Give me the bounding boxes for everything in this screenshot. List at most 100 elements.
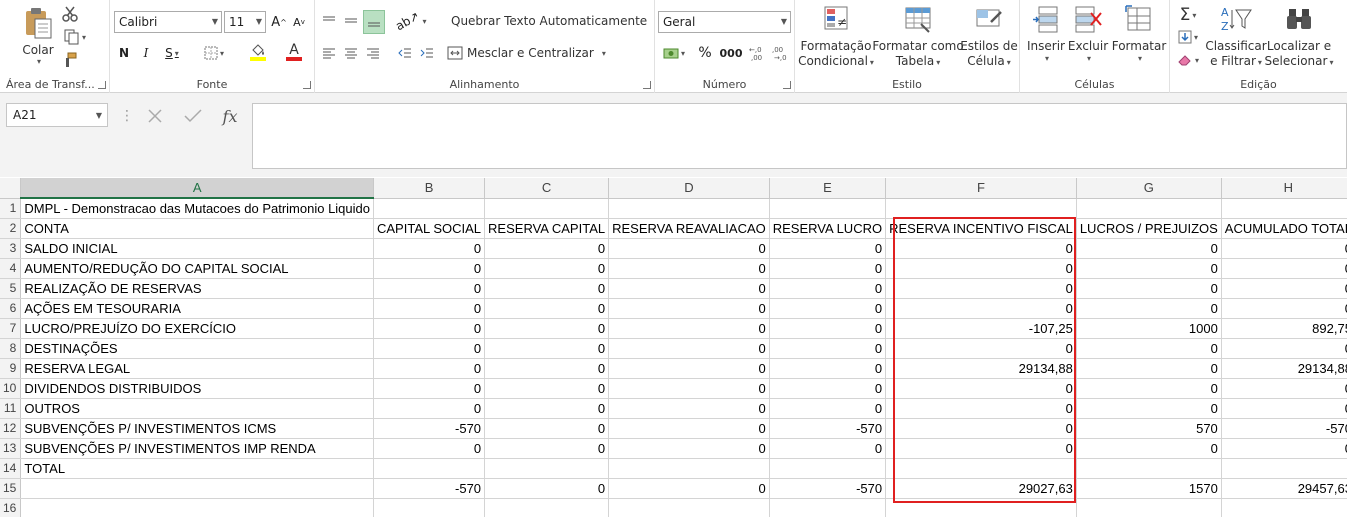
dialog-launcher-icon[interactable] bbox=[643, 81, 651, 89]
cell-e14[interactable] bbox=[769, 458, 887, 479]
cell-c13[interactable]: 0 bbox=[484, 438, 610, 459]
clear-button[interactable]: ▾ bbox=[1172, 50, 1204, 70]
cell-f3[interactable]: 0 bbox=[885, 238, 1077, 259]
cell-d7[interactable]: 0 bbox=[608, 318, 770, 339]
column-header-e[interactable]: E bbox=[769, 178, 887, 199]
cell-h16[interactable] bbox=[1221, 498, 1347, 517]
cell-g15[interactable]: 1570 bbox=[1076, 478, 1222, 499]
row-header[interactable]: 5 bbox=[0, 278, 22, 299]
cell-b5[interactable]: 0 bbox=[373, 278, 486, 299]
cell-b2[interactable]: CAPITAL SOCIAL bbox=[373, 218, 486, 239]
cell-g7[interactable]: 1000 bbox=[1076, 318, 1222, 339]
cell-c7[interactable]: 0 bbox=[484, 318, 610, 339]
font-family-select[interactable]: Calibri ▼ bbox=[114, 11, 222, 33]
cell-h2[interactable]: ACUMULADO TOTAL bbox=[1221, 218, 1347, 239]
cell-d11[interactable]: 0 bbox=[608, 398, 770, 419]
row-header[interactable]: 6 bbox=[0, 298, 22, 319]
cell-d5[interactable]: 0 bbox=[608, 278, 770, 299]
cell-e8[interactable]: 0 bbox=[769, 338, 887, 359]
cell-g16[interactable] bbox=[1076, 498, 1222, 517]
cell-d9[interactable]: 0 bbox=[608, 358, 770, 379]
insert-cells-button[interactable]: Inserir ▾ bbox=[1026, 4, 1066, 76]
cell-f14[interactable] bbox=[885, 458, 1077, 479]
underline-button[interactable]: S ▾ bbox=[158, 43, 186, 63]
borders-button[interactable]: ▾ bbox=[198, 43, 230, 63]
cell-a3[interactable]: SALDO INICIAL bbox=[20, 238, 374, 259]
align-center-button[interactable] bbox=[341, 42, 361, 64]
cell-e7[interactable]: 0 bbox=[769, 318, 887, 339]
cell-e16[interactable] bbox=[769, 498, 887, 517]
copy-button[interactable]: ▾ bbox=[60, 27, 90, 47]
cell-d4[interactable]: 0 bbox=[608, 258, 770, 279]
column-header-g[interactable]: G bbox=[1076, 178, 1222, 199]
format-as-table-button[interactable]: Formatar como Tabela ▾ bbox=[872, 4, 964, 76]
cell-f13[interactable]: 0 bbox=[885, 438, 1077, 459]
cell-h11[interactable]: 0 bbox=[1221, 398, 1347, 419]
cell-a14[interactable]: TOTAL bbox=[20, 458, 374, 479]
font-size-select[interactable]: 11 ▼ bbox=[224, 11, 266, 33]
cell-a6[interactable]: AÇÕES EM TESOURARIA bbox=[20, 298, 374, 319]
align-middle-button[interactable] bbox=[341, 10, 361, 32]
dialog-launcher-icon[interactable] bbox=[783, 81, 791, 89]
cell-e3[interactable]: 0 bbox=[769, 238, 887, 259]
wrap-text-button[interactable]: Quebrar Texto Automaticamente bbox=[447, 10, 647, 32]
column-header-h[interactable]: H bbox=[1221, 178, 1347, 199]
cell-g11[interactable]: 0 bbox=[1076, 398, 1222, 419]
cell-d13[interactable]: 0 bbox=[608, 438, 770, 459]
cell-c9[interactable]: 0 bbox=[484, 358, 610, 379]
increase-decimal-button[interactable]: ←,0,00 bbox=[747, 42, 769, 64]
cell-g3[interactable]: 0 bbox=[1076, 238, 1222, 259]
cell-e6[interactable]: 0 bbox=[769, 298, 887, 319]
cell-b13[interactable]: 0 bbox=[373, 438, 486, 459]
cell-b10[interactable]: 0 bbox=[373, 378, 486, 399]
cell-e13[interactable]: 0 bbox=[769, 438, 887, 459]
column-header-f[interactable]: F bbox=[885, 178, 1077, 199]
cell-d1[interactable] bbox=[608, 198, 770, 219]
insert-function-button[interactable]: fx bbox=[216, 105, 244, 127]
cell-b11[interactable]: 0 bbox=[373, 398, 486, 419]
cell-h12[interactable]: -570 bbox=[1221, 418, 1347, 439]
cell-a2[interactable]: CONTA bbox=[20, 218, 374, 239]
cell-a13[interactable]: SUBVENÇÕES P/ INVESTIMENTOS IMP RENDA bbox=[20, 438, 374, 459]
cell-b4[interactable]: 0 bbox=[373, 258, 486, 279]
cell-d14[interactable] bbox=[608, 458, 770, 479]
cell-c5[interactable]: 0 bbox=[484, 278, 610, 299]
cell-f5[interactable]: 0 bbox=[885, 278, 1077, 299]
cell-h8[interactable]: 0 bbox=[1221, 338, 1347, 359]
cell-g13[interactable]: 0 bbox=[1076, 438, 1222, 459]
cell-h9[interactable]: 29134,88 bbox=[1221, 358, 1347, 379]
bold-button[interactable]: N bbox=[114, 43, 134, 63]
cell-h4[interactable]: 0 bbox=[1221, 258, 1347, 279]
row-header[interactable]: 12 bbox=[0, 418, 22, 439]
cell-d3[interactable]: 0 bbox=[608, 238, 770, 259]
paste-button[interactable]: Colar ▾ bbox=[18, 4, 58, 68]
orientation-button[interactable]: ab↗ ▾ bbox=[394, 9, 427, 34]
cell-f9[interactable]: 29134,88 bbox=[885, 358, 1077, 379]
cell-f1[interactable] bbox=[885, 198, 1077, 219]
conditional-formatting-button[interactable]: ≠ Formatação Condicional ▾ bbox=[798, 4, 874, 76]
cell-d16[interactable] bbox=[608, 498, 770, 517]
cell-c12[interactable]: 0 bbox=[484, 418, 610, 439]
cell-h14[interactable] bbox=[1221, 458, 1347, 479]
row-header[interactable]: 4 bbox=[0, 258, 22, 279]
italic-button[interactable]: I bbox=[136, 43, 156, 63]
merge-center-button[interactable]: Mesclar e Centralizar ▾ bbox=[447, 42, 607, 64]
dialog-launcher-icon[interactable] bbox=[303, 81, 311, 89]
cell-c14[interactable] bbox=[484, 458, 610, 479]
cell-b1[interactable] bbox=[373, 198, 486, 219]
cell-h6[interactable]: 0 bbox=[1221, 298, 1347, 319]
cell-f6[interactable]: 0 bbox=[885, 298, 1077, 319]
column-header-c[interactable]: C bbox=[484, 178, 610, 199]
cell-a7[interactable]: LUCRO/PREJUÍZO DO EXERCÍCIO bbox=[20, 318, 374, 339]
cell-c3[interactable]: 0 bbox=[484, 238, 610, 259]
cell-c11[interactable]: 0 bbox=[484, 398, 610, 419]
cell-e15[interactable]: -570 bbox=[769, 478, 887, 499]
autosum-button[interactable]: Σ ▾ bbox=[1172, 4, 1204, 26]
font-color-button[interactable]: A bbox=[278, 41, 310, 63]
cancel-entry-button[interactable] bbox=[142, 105, 168, 127]
select-all-corner[interactable] bbox=[0, 178, 22, 199]
accounting-format-button[interactable]: ▾ bbox=[659, 42, 689, 64]
cell-e9[interactable]: 0 bbox=[769, 358, 887, 379]
cell-c15[interactable]: 0 bbox=[484, 478, 610, 499]
cell-b7[interactable]: 0 bbox=[373, 318, 486, 339]
